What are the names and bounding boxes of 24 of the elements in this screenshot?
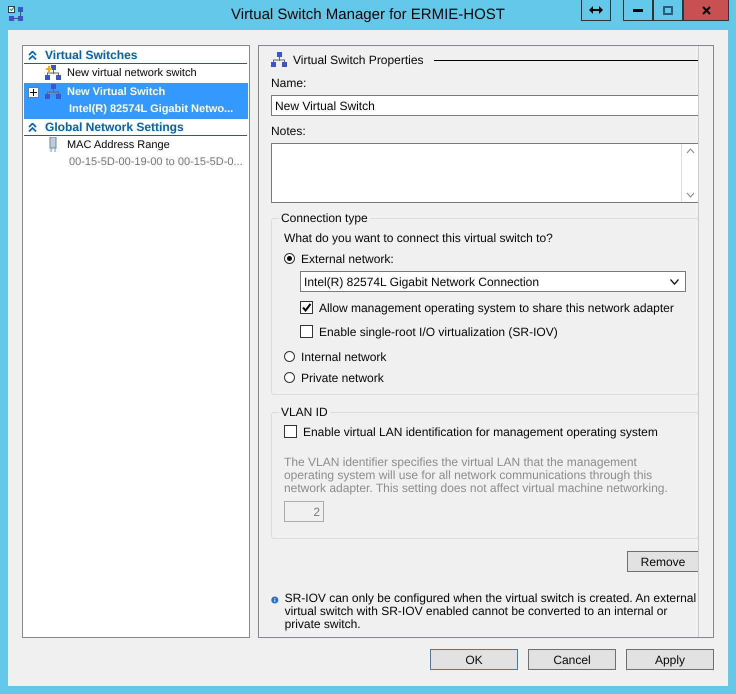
vlan-description: The VLAN identifier specifies the virtual LAN that the management operating system will use for all network communications through this network adapter. This setting does not affect virtual machine networking. xyxy=(284,456,669,495)
section-title: Virtual Switch Properties xyxy=(293,53,424,67)
radio-label[interactable]: Internal network xyxy=(301,350,386,364)
dialog-button[interactable]: Apply xyxy=(626,649,714,670)
tree-item[interactable]: New virtual network switch xyxy=(24,64,248,83)
checkbox-label[interactable]: Allow management operating system to share this network adapter xyxy=(319,300,674,314)
remove-button[interactable]: Remove xyxy=(627,551,699,572)
adapter-dropdown[interactable]: Intel(R) 82574L Gigabit Network Connection xyxy=(300,271,686,292)
group-label: VLAN ID xyxy=(280,405,329,419)
radio-label[interactable]: Private network xyxy=(301,370,384,384)
dialog-button[interactable]: Cancel xyxy=(528,649,616,670)
field-label: Notes: xyxy=(271,124,307,138)
section-header[interactable]: Virtual Switches xyxy=(24,47,247,64)
group-label: Connection type xyxy=(280,211,369,225)
dialog-button[interactable]: OK xyxy=(430,649,518,670)
radio-label[interactable]: External network: xyxy=(301,252,394,266)
checkbox-label[interactable]: Enable single-root I/O virtualization (SR-IOV) xyxy=(319,324,558,338)
field-label: Name: xyxy=(271,76,308,90)
section-header[interactable]: Global Network Settings xyxy=(24,119,247,136)
window-title: Virtual Switch Manager for ERMIE-HOST xyxy=(230,6,506,23)
info-text: SR-IOV can only be configured when the virtual switch is created. An external virtual switch with SR-IOV enabled cannot be converted to an internal or private switch. xyxy=(284,592,698,631)
tree-item[interactable]: MAC Address Range 00-15-5D-00-19-00 to 00-15-5D-0... xyxy=(24,136,248,172)
name-field[interactable]: New Virtual Switch xyxy=(271,95,699,116)
question-text: What do you want to connect this virtual switch to? xyxy=(284,230,554,246)
